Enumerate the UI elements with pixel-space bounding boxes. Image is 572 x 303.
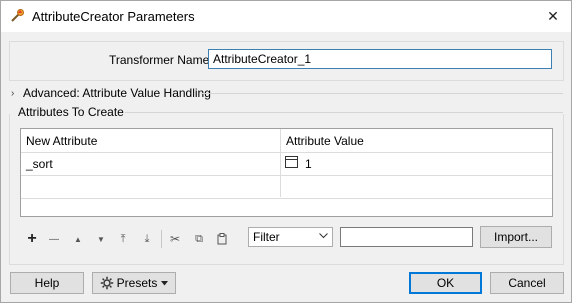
gear-icon bbox=[100, 276, 114, 290]
cancel-button[interactable]: Cancel bbox=[490, 272, 564, 294]
close-icon: ✕ bbox=[547, 7, 559, 24]
presets-label: Presets bbox=[116, 276, 158, 290]
move-top-button[interactable]: ⤒ bbox=[117, 231, 129, 247]
toolbar-separator bbox=[161, 230, 162, 248]
transformer-name-label: Transformer Name: bbox=[109, 53, 213, 67]
help-button[interactable]: Help bbox=[10, 272, 84, 294]
import-button[interactable]: Import... bbox=[480, 226, 552, 248]
column-header-new-attribute[interactable]: New Attribute bbox=[26, 134, 97, 148]
table-header: New Attribute Attribute Value bbox=[21, 129, 552, 153]
filter-select-value: Filter bbox=[253, 230, 280, 244]
ok-button[interactable]: OK bbox=[409, 272, 482, 294]
advanced-section-label: Advanced: Attribute Value Handling bbox=[23, 86, 211, 100]
copy-button[interactable]: ⧉ bbox=[192, 231, 206, 247]
chevron-down-icon bbox=[319, 231, 328, 241]
table-row[interactable]: _sort 1 bbox=[21, 152, 552, 176]
paste-button[interactable] bbox=[215, 231, 229, 247]
paste-icon bbox=[217, 233, 227, 245]
attribute-name-cell[interactable]: _sort bbox=[26, 157, 53, 171]
presets-button[interactable]: Presets bbox=[92, 272, 176, 294]
dialog-window: AttributeCreator Parameters ✕ Transforme… bbox=[0, 0, 572, 303]
text-value-icon[interactable] bbox=[285, 156, 298, 168]
move-down-button[interactable]: ▼ bbox=[95, 231, 107, 247]
window-title: AttributeCreator Parameters bbox=[32, 9, 195, 24]
close-button[interactable]: ✕ bbox=[543, 6, 563, 26]
move-bottom-button[interactable]: ⤓ bbox=[141, 231, 153, 247]
caret-down-icon bbox=[161, 280, 169, 286]
transformer-name-input[interactable]: AttributeCreator_1 bbox=[208, 49, 552, 69]
divider bbox=[201, 93, 563, 94]
add-row-button[interactable]: + bbox=[25, 230, 39, 247]
attribute-value-cell[interactable]: 1 bbox=[305, 157, 312, 171]
remove-row-button[interactable]: — bbox=[47, 231, 61, 247]
filter-input[interactable] bbox=[340, 227, 473, 247]
advanced-section-toggle[interactable]: › Advanced: Attribute Value Handling bbox=[11, 86, 211, 100]
column-header-attribute-value[interactable]: Attribute Value bbox=[286, 134, 364, 148]
title-bar: AttributeCreator Parameters ✕ bbox=[1, 1, 571, 32]
move-up-button[interactable]: ▲ bbox=[72, 231, 84, 247]
cut-button[interactable]: ✂ bbox=[168, 231, 182, 247]
filter-select[interactable]: Filter bbox=[248, 227, 333, 247]
chevron-right-icon: › bbox=[11, 87, 15, 99]
transformer-icon bbox=[10, 8, 26, 24]
divider bbox=[125, 112, 563, 113]
table-row[interactable] bbox=[21, 175, 552, 199]
attributes-table: New Attribute Attribute Value _sort 1 bbox=[20, 128, 553, 217]
